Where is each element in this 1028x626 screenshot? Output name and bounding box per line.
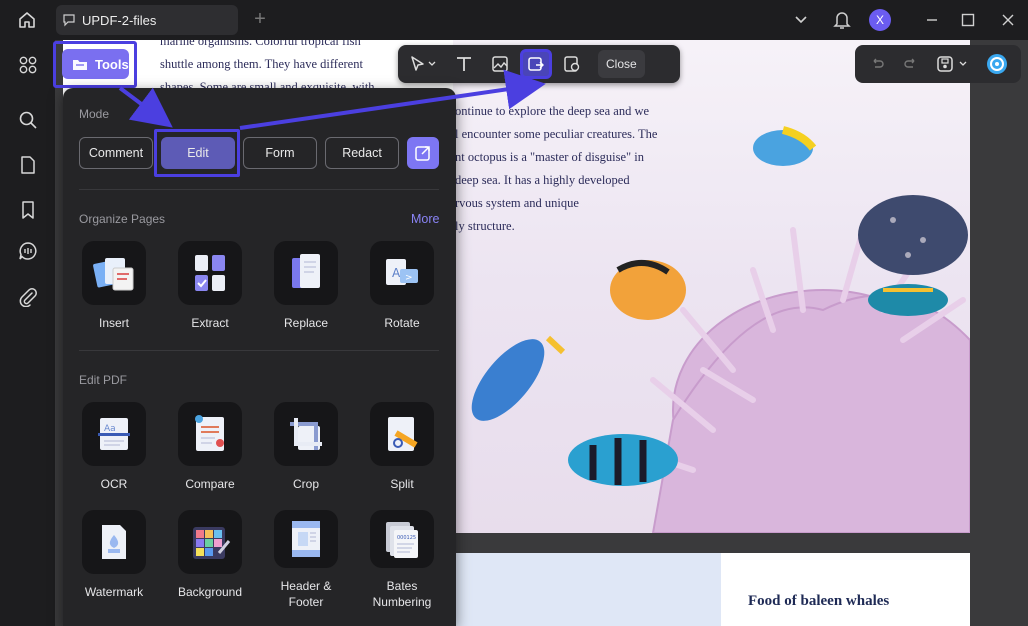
watermark-label: Watermark (84, 585, 144, 599)
tool-ocr[interactable]: Aa OCR (66, 402, 162, 502)
bates-numbering-label: Bates Numbering (372, 579, 432, 609)
left-rail (0, 40, 55, 626)
ocr-icon: Aa (82, 402, 146, 466)
svg-text:000125: 000125 (397, 535, 416, 541)
mode-form-button[interactable]: Form (243, 137, 317, 169)
svg-text:A: A (392, 266, 401, 280)
tool-extract[interactable]: Extract (162, 241, 258, 341)
pages-icon[interactable] (15, 152, 41, 178)
organize-pages-label: Organize Pages (79, 212, 166, 226)
tool-split[interactable]: Split (354, 402, 450, 502)
crop-label: Crop (292, 477, 319, 491)
tool-compare[interactable]: Compare (162, 402, 258, 502)
compare-icon (178, 402, 242, 466)
open-external-button[interactable] (407, 137, 439, 169)
minimize-icon[interactable] (920, 6, 944, 34)
external-link-icon (415, 146, 430, 161)
insert-icon (82, 241, 146, 305)
document-tab[interactable]: UPDF-2-files (56, 5, 238, 35)
extract-icon (178, 241, 242, 305)
maximize-icon[interactable] (956, 6, 980, 34)
compare-label: Compare (185, 477, 235, 491)
search-icon[interactable] (15, 107, 41, 133)
page-text-middle: ontinue to explore the deep sea and we l… (455, 104, 658, 233)
replace-icon (274, 241, 338, 305)
comment-icon (63, 14, 75, 27)
edit-pdf-label: Edit PDF (79, 373, 128, 387)
watermark-icon (82, 510, 146, 574)
tool-rotate[interactable]: A > Rotate (354, 241, 450, 341)
select-tool-icon[interactable] (402, 49, 444, 79)
tool-background[interactable]: Background (162, 510, 258, 610)
tool-header-footer[interactable]: Header & Footer (258, 510, 354, 610)
history-toolbar (855, 45, 1021, 83)
rotate-label: Rotate (384, 316, 420, 330)
close-window-icon[interactable] (996, 6, 1020, 34)
tool-watermark[interactable]: Watermark (66, 510, 162, 610)
insert-label: Insert (98, 316, 129, 330)
background-label: Background (177, 585, 243, 599)
watermark-tool-icon[interactable] (556, 49, 588, 79)
edit-highlight-box (154, 129, 240, 177)
split-label: Split (390, 477, 414, 491)
undo-icon[interactable] (865, 49, 889, 79)
home-icon[interactable] (14, 8, 40, 32)
bell-icon[interactable] (830, 6, 854, 34)
grid-apps-icon[interactable] (15, 52, 41, 78)
comment-list-icon[interactable] (15, 238, 41, 264)
link-tool-icon[interactable] (520, 49, 552, 79)
replace-label: Replace (283, 316, 329, 330)
mode-comment-button[interactable]: Comment (79, 137, 153, 169)
svg-text:Aa: Aa (104, 424, 116, 434)
edit-toolbar: Close (398, 45, 680, 83)
tool-crop[interactable]: Crop (258, 402, 354, 502)
toolbox-icon (73, 60, 87, 70)
text-tool-icon[interactable] (448, 49, 480, 79)
tool-replace[interactable]: Replace (258, 241, 354, 341)
divider (79, 189, 439, 190)
tools-panel: Mode Comment Edit Form Redact Organize P… (63, 88, 456, 626)
crop-icon (274, 402, 338, 466)
header-footer-icon (274, 510, 338, 568)
rotate-icon: A > (370, 241, 434, 305)
mode-redact-button[interactable]: Redact (325, 137, 399, 169)
tool-bates-numbering[interactable]: 000125 Bates Numbering (354, 510, 450, 610)
ai-assistant-icon[interactable] (983, 49, 1011, 79)
chevron-down-icon[interactable] (790, 6, 812, 34)
close-edit-button[interactable]: Close (598, 50, 645, 78)
extract-label: Extract (191, 316, 229, 330)
split-icon (370, 402, 434, 466)
page-2-heading: Food of baleen whales (748, 593, 890, 609)
ocr-label: OCR (100, 477, 128, 491)
redo-icon[interactable] (899, 49, 923, 79)
attachment-icon[interactable] (15, 284, 41, 310)
avatar[interactable]: X (868, 6, 892, 34)
image-tool-icon[interactable] (484, 49, 516, 79)
tool-insert[interactable]: Insert (66, 241, 162, 341)
svg-text:>: > (405, 273, 413, 283)
tools-button[interactable]: Tools (62, 49, 129, 79)
divider (79, 350, 439, 351)
background-icon (178, 510, 242, 574)
save-icon[interactable] (933, 49, 973, 79)
more-link[interactable]: More (411, 212, 439, 226)
tools-button-label: Tools (95, 56, 129, 72)
tab-title: UPDF-2-files (82, 12, 157, 28)
bookmark-icon[interactable] (15, 197, 41, 223)
new-tab-button[interactable]: + (250, 9, 270, 29)
title-bar: UPDF-2-files + X (0, 0, 1028, 40)
header-footer-label: Header & Footer (280, 579, 332, 609)
bates-numbering-icon: 000125 (370, 510, 434, 568)
mode-label: Mode (79, 107, 110, 121)
